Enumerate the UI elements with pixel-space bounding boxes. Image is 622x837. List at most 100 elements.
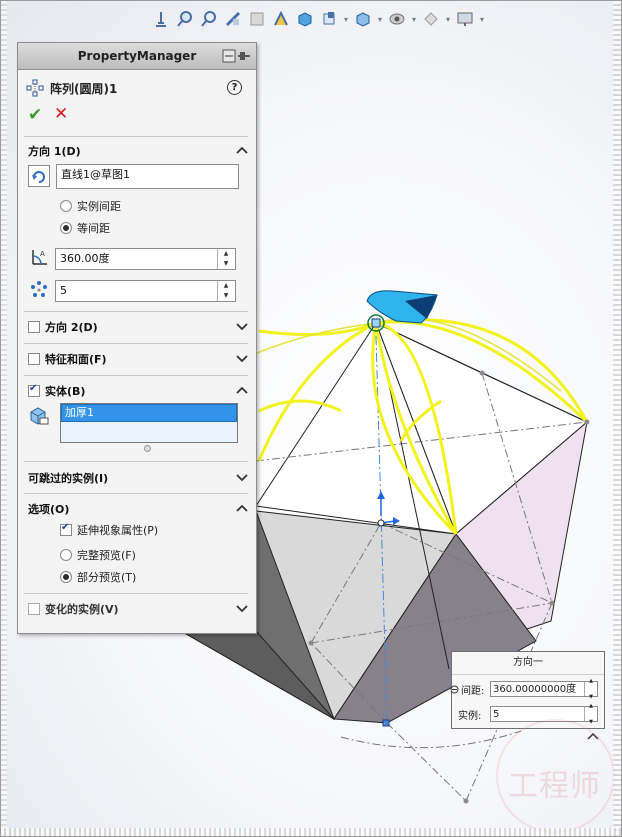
solid-body-icon (28, 405, 50, 427)
axis-direction-icon[interactable] (28, 165, 50, 187)
varying-instances-checkbox[interactable] (28, 603, 40, 615)
section-view-icon[interactable] (223, 9, 243, 29)
torn-edge-right (613, 1, 621, 836)
divider (24, 311, 248, 312)
display-monitor-icon[interactable] (455, 9, 475, 29)
callout-title: 方向一 (452, 652, 604, 675)
chevron-down-icon[interactable] (236, 471, 248, 483)
dropdown-arrow-icon[interactable]: ▾ (377, 15, 383, 24)
angle-icon: A (28, 246, 50, 268)
direction1-label: 方向 1(D) (28, 145, 81, 158)
edit-appearance-icon[interactable] (353, 9, 373, 29)
angle-spinner[interactable]: ▲ ▼ (217, 249, 234, 269)
instance-spacing-option[interactable]: 实例间距 (60, 198, 121, 214)
callout-instances-value: 5 (493, 709, 500, 720)
spacing-label: 间距: (461, 686, 485, 697)
zoom-to-fit-icon[interactable] (151, 9, 171, 29)
bodies-section-header[interactable]: 实体(B) (28, 383, 85, 399)
help-icon[interactable]: ? (227, 80, 242, 95)
features-faces-label: 特征和面(F) (45, 353, 107, 366)
features-faces-section-header[interactable]: 特征和面(F) (28, 351, 107, 367)
pm-title-bar: PropertyManager (18, 43, 256, 70)
chevron-up-icon[interactable] (236, 502, 248, 514)
previous-view-icon[interactable] (199, 9, 219, 29)
partial-preview-option[interactable]: 部分预览(T) (60, 569, 136, 585)
radio-full-preview[interactable] (60, 549, 72, 561)
callout-spacing-field[interactable]: 360.00000000度 ▲ ▼ (490, 678, 598, 700)
torn-edge-bottom (1, 828, 621, 836)
instance-count-field[interactable]: 5 ▲ ▼ (55, 280, 236, 302)
direction2-label: 方向 2(D) (45, 321, 98, 334)
dropdown-arrow-icon[interactable]: ▾ (479, 15, 485, 24)
watermark-seal: 工程师 (496, 719, 615, 833)
angle-field[interactable]: 360.00度 ▲ ▼ (55, 248, 236, 270)
divider (24, 493, 248, 494)
callout-spacing-value: 360.00000000度 (493, 684, 577, 695)
chevron-down-icon[interactable] (236, 352, 248, 364)
varying-instances-section-header[interactable]: 变化的实例(V) (28, 601, 119, 617)
pm-pin-controls[interactable] (222, 49, 252, 63)
dropdown-arrow-icon[interactable]: ▾ (411, 15, 417, 24)
bodies-label: 实体(B) (45, 385, 86, 398)
resize-handle[interactable] (144, 445, 151, 452)
circular-pattern-icon (26, 79, 44, 97)
instance-count-value: 5 (60, 284, 67, 297)
propagate-visual-option[interactable]: 延伸视象属性(P) (60, 522, 158, 538)
chevron-up-icon[interactable] (236, 384, 248, 396)
divider (24, 461, 248, 462)
property-manager: PropertyManager 阵列(圆周)1 ? ✔ ✕ 方向 1(D) 直线… (17, 42, 257, 634)
instance-spacing-label: 实例间距 (77, 200, 121, 213)
direction2-section-header[interactable]: 方向 2(D) (28, 319, 98, 335)
body-list-item[interactable]: 加厚1 (61, 404, 237, 422)
graphics-area[interactable]: ▾ ▾ ▾ ▾ ▾ PropertyManager 阵列(圆周)1 ? ✔ ✕ … (0, 0, 622, 837)
skip-instances-section-header[interactable]: 可跳过的实例(I) (28, 470, 108, 486)
dropdown-arrow-icon[interactable]: ▾ (343, 15, 349, 24)
chevron-down-icon[interactable] (236, 320, 248, 332)
direction1-section-header[interactable]: 方向 1(D) (28, 143, 81, 159)
pattern-axis-field[interactable]: 直线1@草图1 (56, 164, 239, 189)
chevron-down-icon[interactable] (236, 602, 248, 614)
propagate-visual-checkbox[interactable] (60, 522, 72, 536)
callout-instances-spinner[interactable]: ▲ ▼ (584, 703, 597, 725)
full-preview-option[interactable]: 完整预览(F) (60, 547, 136, 563)
full-preview-label: 完整预览(F) (77, 549, 136, 562)
features-faces-checkbox[interactable] (28, 353, 40, 365)
radio-partial-preview[interactable] (60, 571, 72, 583)
varying-instances-label: 变化的实例(V) (45, 603, 119, 616)
zoom-to-area-icon[interactable] (175, 9, 195, 29)
apply-scene-icon[interactable] (387, 9, 407, 29)
direction2-checkbox[interactable] (28, 321, 40, 333)
pm-title: PropertyManager (77, 49, 197, 63)
count-spinner[interactable]: ▲ ▼ (217, 281, 234, 301)
cancel-button[interactable]: ✕ (54, 104, 68, 124)
hide-show-items-icon[interactable] (319, 9, 339, 29)
radio-instance-spacing[interactable] (60, 200, 72, 212)
bodies-checkbox[interactable] (28, 383, 40, 397)
divider (24, 375, 248, 376)
divider (24, 343, 248, 344)
view-settings-icon[interactable] (421, 9, 441, 29)
pin-icon[interactable] (222, 49, 252, 63)
options-label: 选项(O) (28, 503, 70, 516)
feature-name: 阵列(圆周)1 (50, 81, 118, 96)
svg-text:A: A (40, 250, 45, 258)
dropdown-arrow-icon[interactable]: ▾ (445, 15, 451, 24)
direction-callout: 方向一 间距: 360.00000000度 ▲ ▼ 实例: 5 ▲ ▼ (450, 651, 605, 729)
equal-spacing-label: 等间距 (77, 222, 110, 235)
equal-spacing-option[interactable]: 等间距 (60, 220, 110, 236)
torn-edge-left (1, 1, 7, 836)
callout-spacing-spinner[interactable]: ▲ ▼ (584, 678, 597, 700)
display-style-icon[interactable] (295, 9, 315, 29)
chevron-up-icon[interactable] (236, 144, 248, 156)
spacing-row: 间距: (450, 682, 484, 697)
dynamic-annotation-icon[interactable] (247, 9, 267, 29)
divider (24, 136, 248, 137)
ok-button[interactable]: ✔ (28, 105, 42, 125)
radio-equal-spacing[interactable] (60, 222, 72, 234)
angle-value: 360.00度 (60, 252, 110, 265)
bodies-listbox[interactable]: 加厚1 (60, 403, 238, 443)
options-section-header[interactable]: 选项(O) (28, 501, 69, 517)
view-orientation-icon[interactable] (271, 9, 291, 29)
heads-up-view-toolbar: ▾ ▾ ▾ ▾ ▾ (151, 7, 485, 31)
instances-label: 实例: (458, 711, 482, 722)
